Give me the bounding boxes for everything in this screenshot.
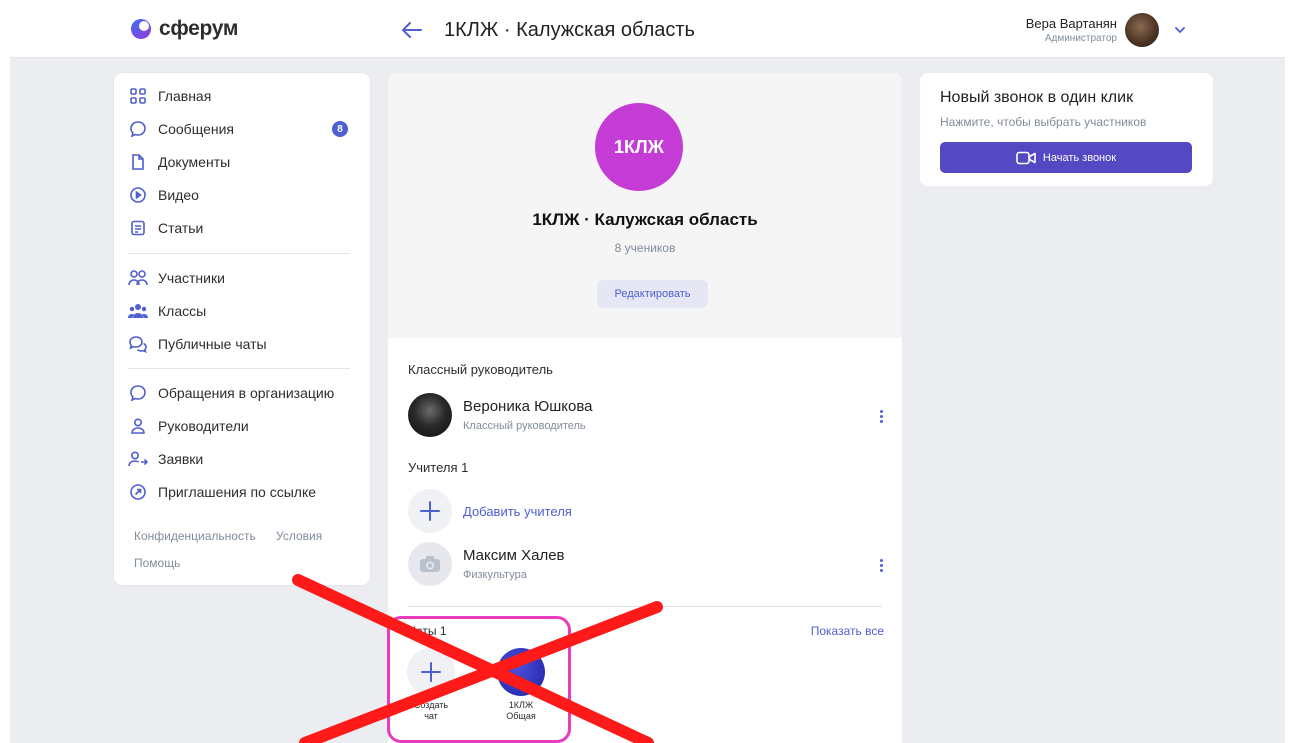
chat-label: 1КЛЖ Общая	[494, 700, 548, 722]
call-card-title: Новый звонок в один клик	[940, 89, 1134, 106]
edit-button[interactable]: Редактировать	[597, 280, 708, 308]
sidebar-item-documents[interactable]: Документы	[128, 150, 360, 174]
person-role: Физкультура	[463, 569, 527, 581]
divider	[128, 253, 350, 254]
person-name: Максим Халев	[463, 547, 565, 564]
person-name: Вероника Юшкова	[463, 398, 593, 415]
article-icon	[128, 218, 148, 238]
teachers-section-label: Учителя 1	[408, 460, 469, 475]
video-camera-icon	[1016, 151, 1036, 164]
sferum-logo-icon	[131, 19, 151, 39]
sidebar-item-invite-links[interactable]: Приглашения по ссылке	[128, 480, 360, 504]
message-icon	[128, 383, 148, 403]
terms-link[interactable]: Условия	[276, 529, 322, 543]
sferum-logo[interactable]: сферум	[131, 17, 238, 41]
invite-link-icon	[128, 482, 148, 502]
chats-section-label: Чаты 1	[408, 624, 447, 638]
sidebar-item-organization-requests[interactable]: Обращения в организацию	[128, 381, 360, 405]
call-card-subtitle: Нажмите, чтобы выбрать участников	[940, 115, 1147, 129]
create-chat-label-line2: чат	[424, 711, 438, 721]
class-card: 1КЛЖ 1КЛЖ · Калужская область 8 учеников…	[388, 73, 902, 743]
more-options-icon[interactable]	[874, 407, 888, 425]
sidebar-item-label: Главная	[158, 88, 212, 104]
chat-avatar	[497, 648, 545, 696]
sidebar-item-participants[interactable]: Участники	[128, 266, 360, 290]
sidebar: Главная Сообщения 8 Документы Видео Стат…	[114, 73, 370, 585]
show-all-chats-link[interactable]: Показать все	[811, 624, 884, 638]
user-icon	[128, 416, 148, 436]
sidebar-item-public-chats[interactable]: Публичные чаты	[128, 332, 360, 356]
public-chats-icon	[128, 334, 148, 354]
class-avatar: 1КЛЖ	[595, 103, 683, 191]
sidebar-item-label: Заявки	[158, 451, 204, 467]
create-chat-button[interactable]: Создать чат	[404, 648, 458, 722]
divider	[408, 606, 882, 607]
add-teacher-button[interactable]: Добавить учителя	[408, 489, 708, 533]
add-teacher-label: Добавить учителя	[463, 503, 572, 519]
sidebar-item-label: Классы	[158, 303, 207, 319]
user-role: Администратор	[1044, 33, 1117, 44]
chat-item[interactable]: 1КЛЖ Общая	[494, 648, 548, 722]
camera-icon	[408, 542, 452, 586]
logo-text: сферум	[159, 17, 239, 40]
user-menu[interactable]: Вера Вартанян Администратор	[1026, 13, 1187, 47]
sidebar-item-label: Видео	[158, 187, 199, 203]
message-icon	[128, 119, 148, 139]
plus-icon	[408, 489, 452, 533]
avatar	[408, 393, 452, 437]
class-teacher-section-label: Классный руководитель	[408, 362, 553, 377]
help-link[interactable]: Помощь	[134, 556, 180, 570]
chat-label-line2: Общая	[506, 711, 536, 721]
class-profile: 1КЛЖ 1КЛЖ · Калужская область 8 учеников…	[388, 73, 902, 338]
sidebar-item-label: Руководители	[158, 418, 249, 434]
user-request-icon	[128, 449, 148, 469]
unread-badge: 8	[332, 121, 348, 137]
sidebar-item-requests[interactable]: Заявки	[128, 447, 360, 471]
sidebar-item-classes[interactable]: Классы	[128, 299, 360, 323]
sidebar-item-label: Сообщения	[158, 121, 234, 137]
class-title: 1КЛЖ · Калужская область	[532, 210, 758, 229]
user-info: Вера Вартанян Администратор	[1026, 16, 1117, 44]
sidebar-item-label: Статьи	[158, 220, 204, 236]
privacy-link[interactable]: Конфиденциальность	[134, 529, 256, 543]
plus-icon	[407, 648, 455, 696]
top-header: сферум 1КЛЖ · Калужская область Вера Вар…	[10, 0, 1285, 58]
divider	[128, 368, 350, 369]
new-call-card: Новый звонок в один клик Нажмите, чтобы …	[920, 73, 1213, 186]
video-icon	[128, 185, 148, 205]
grid-icon	[128, 86, 148, 106]
person-role: Классный руководитель	[463, 420, 586, 432]
start-call-button[interactable]: Начать звонок	[940, 142, 1192, 173]
sidebar-item-home[interactable]: Главная	[128, 84, 360, 108]
users-icon	[128, 268, 148, 288]
sidebar-item-managers[interactable]: Руководители	[128, 414, 360, 438]
user-name: Вера Вартанян	[1025, 16, 1117, 31]
classes-icon	[128, 301, 148, 321]
student-count: 8 учеников	[614, 241, 676, 255]
start-call-label: Начать звонок	[1042, 151, 1117, 164]
create-chat-label: Создать чат	[404, 700, 458, 722]
page: сферум 1КЛЖ · Калужская область Вера Вар…	[10, 0, 1285, 743]
back-arrow-icon[interactable]	[401, 20, 423, 40]
sidebar-item-video[interactable]: Видео	[128, 183, 360, 207]
sidebar-item-label: Публичные чаты	[158, 336, 267, 352]
page-title: 1КЛЖ · Калужская область	[444, 19, 695, 41]
sidebar-item-label: Приглашения по ссылке	[158, 484, 317, 500]
create-chat-label-line1: Создать	[413, 700, 449, 710]
document-icon	[128, 152, 148, 172]
sidebar-item-label: Участники	[158, 270, 225, 286]
more-options-icon[interactable]	[874, 556, 888, 574]
sidebar-item-label: Обращения в организацию	[158, 385, 335, 401]
chevron-down-icon[interactable]	[1173, 23, 1187, 37]
sidebar-item-articles[interactable]: Статьи	[128, 216, 360, 240]
teacher-row[interactable]: Максим Халев Физкультура	[408, 542, 888, 588]
chat-label-line1: 1КЛЖ	[508, 700, 534, 710]
class-teacher-row[interactable]: Вероника Юшкова Классный руководитель	[408, 393, 888, 439]
avatar[interactable]	[1125, 13, 1159, 47]
sidebar-item-label: Документы	[158, 154, 231, 170]
sidebar-item-messages[interactable]: Сообщения 8	[128, 117, 360, 141]
